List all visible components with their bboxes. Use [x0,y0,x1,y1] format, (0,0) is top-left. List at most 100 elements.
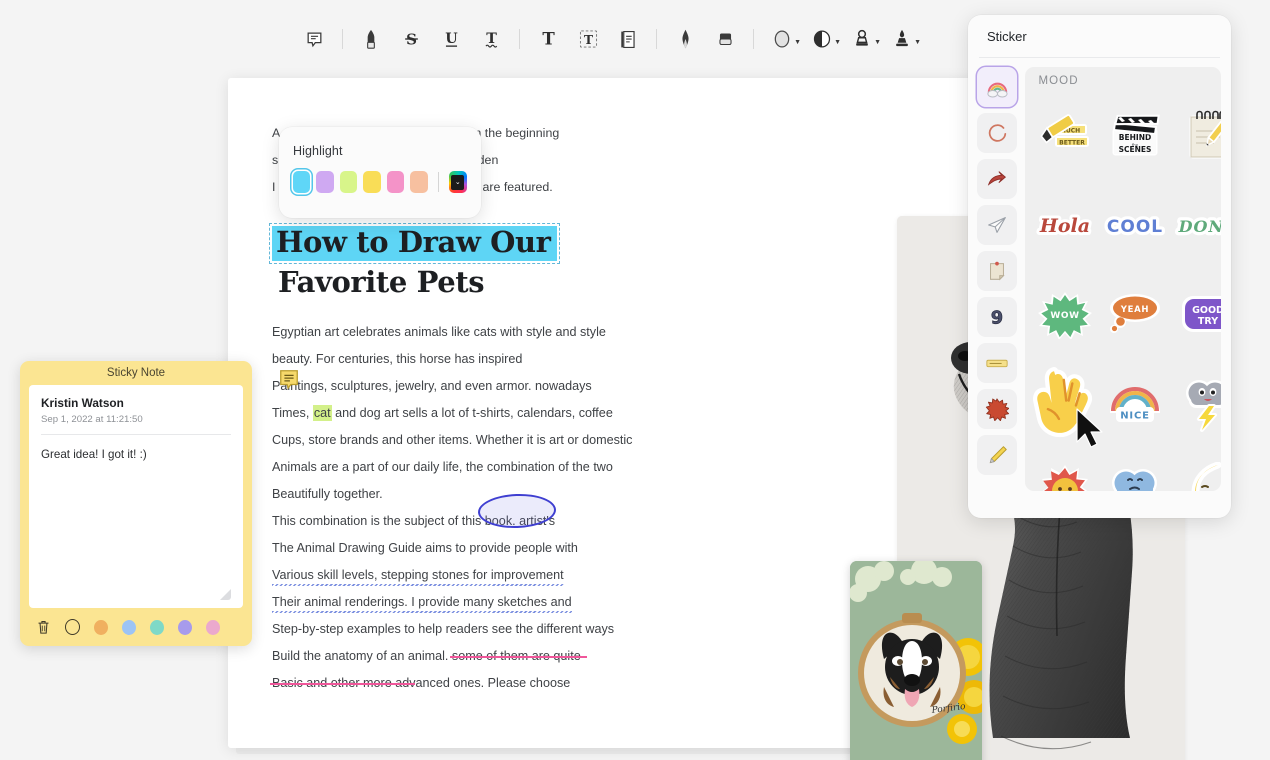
pen-icon[interactable] [665,19,705,59]
sticker-grid-container: MOOD MUCH BETTER [1025,67,1221,491]
svg-text:T: T [542,29,555,49]
sticker-category-rail: 9 [977,67,1017,491]
body-line-strikethrough: Build the anatomy of an animal. some of … [272,643,602,670]
hola-sticker[interactable]: Hola Hola [1031,182,1099,267]
sticky-note-text[interactable]: Great idea! I got it! :) [41,448,231,461]
highlight-color-3[interactable] [363,171,380,193]
wow-sticker[interactable]: WOW [1031,271,1099,356]
shape-icon[interactable]: ▼ [762,19,802,59]
notepad-pencil-sticker[interactable] [1171,93,1221,178]
sun-sticker[interactable] [1031,449,1099,491]
svg-text:SCENES: SCENES [1119,145,1152,154]
moon-sticker[interactable] [1171,449,1221,491]
tag-category-icon[interactable] [977,343,1017,383]
body-line-wavy: Their animal renderings. I provide many … [272,589,602,616]
sticky-color-teal[interactable] [150,620,164,635]
svg-text:BEHIND: BEHIND [1119,133,1151,142]
highlight-color-2[interactable] [340,171,357,193]
highlight-color-0[interactable] [293,171,310,193]
good-try-sticker[interactable]: GOOD TRY [1171,271,1221,356]
line-part: Times, [272,406,313,420]
line-part: and dog art sells a lot of t-shirts, cal… [332,406,613,420]
svg-text:DONE: DONE [1178,217,1221,236]
line-part: vanced ones. Please choose [409,676,570,690]
body-line: The Animal Drawing Guide aims to provide… [272,535,602,562]
signature-stamp-icon[interactable]: ▼ [882,19,922,59]
note-category-icon[interactable] [977,251,1017,291]
sticky-note-panel[interactable]: Sticky Note Kristin Watson Sep 1, 2022 a… [20,361,252,646]
strikethrough-mark: Basic and other more ad [272,676,409,690]
text-icon[interactable]: T [528,19,568,59]
sticker-category-label: MOOD [1025,75,1221,87]
squiggly-underline-mark: Various skill levels, stepping stones fo… [272,568,564,586]
separator-4 [745,28,762,50]
strikethrough-icon[interactable]: S [391,19,431,59]
chevron-down-icon: ▼ [834,39,841,46]
sticky-note-timestamp: Sep 1, 2022 at 11:21:50 [41,414,231,425]
svg-text:BETTER: BETTER [1060,139,1086,146]
burst-category-icon[interactable] [977,389,1017,429]
separator-3 [648,28,665,50]
line-part: This combination is the subject of this … [272,514,506,528]
paper-plane-category-icon[interactable] [977,205,1017,245]
highlight-popup-title: Highlight [293,144,467,158]
resize-handle[interactable] [220,589,231,600]
body-line: beauty. For centuries, this horse has in… [272,346,602,373]
comment-marker-icon[interactable] [278,368,300,390]
sticky-color-pink[interactable] [206,620,220,635]
body-line-wavy: Various skill levels, stepping stones fo… [272,562,602,589]
highlight-color-4[interactable] [387,171,404,193]
pencil-category-icon[interactable] [977,435,1017,475]
sticky-color-current[interactable] [65,619,80,635]
intro-prefix: I [272,180,275,194]
number-category-icon[interactable]: 9 [977,297,1017,337]
arrow-category-icon[interactable] [977,159,1017,199]
body-line: Step-by-step examples to help readers se… [272,616,602,643]
sticky-note-header[interactable]: Sticky Note [20,361,252,385]
body-line: Cups, store brands and other items. Whet… [272,427,602,454]
app-root: S U T T T [0,0,1270,760]
behind-the-scenes-sticker[interactable]: BEHIND the SCENES [1099,93,1171,178]
underline-icon[interactable]: U [431,19,471,59]
sticky-note-author: Kristin Watson [41,396,231,410]
sticky-note-footer [20,608,252,646]
body-line-with-ellipse: This combination is the subject of this … [272,508,602,535]
much-better-highlighter-sticker[interactable]: MUCH BETTER [1031,93,1099,178]
sticky-color-orange[interactable] [94,620,108,635]
title-line-2: Favorite Pets [272,268,602,298]
peace-hand-sticker[interactable] [1031,360,1099,445]
sticky-color-blue[interactable] [122,620,136,635]
document-paragraph-1[interactable]: Egyptian art celebrates animals like cat… [272,319,602,508]
custom-color-picker-icon[interactable]: ⌄ [449,171,467,193]
yeah-sticker[interactable]: YEAH [1099,271,1171,356]
body-line-with-highlight: Times, cat and dog art sells a lot of t-… [272,400,602,427]
highlight-color-1[interactable] [316,171,333,193]
stamp-icon[interactable]: ▼ [842,19,882,59]
squiggly-underline-mark: Their animal renderings. I provide many … [272,595,572,613]
document-title[interactable]: How to Draw Our Favorite Pets [272,226,602,297]
rain-cloud-sticker[interactable] [1099,449,1171,491]
sticker-icon[interactable]: ▼ [802,19,842,59]
comment-icon[interactable] [294,19,334,59]
separator-1 [334,28,351,50]
thunder-cloud-sticker[interactable] [1171,360,1221,445]
done-sticker[interactable]: DONE DONE [1171,182,1221,267]
sticky-note-body[interactable]: Kristin Watson Sep 1, 2022 at 11:21:50 G… [29,385,243,608]
text-box-icon[interactable]: T [568,19,608,59]
squiggly-underline-icon[interactable]: T [471,19,511,59]
svg-text:9: 9 [991,308,1003,328]
sticky-color-purple[interactable] [178,620,192,635]
highlight-color-5[interactable] [410,171,427,193]
trash-icon[interactable] [36,619,51,636]
svg-text:TRY: TRY [1198,316,1218,327]
eraser-icon[interactable] [705,19,745,59]
circle-category-icon[interactable] [977,113,1017,153]
nice-rainbow-sticker[interactable]: NICE [1099,360,1171,445]
cool-sticker[interactable]: COOL COOL [1099,182,1171,267]
rainbow-category-icon[interactable] [977,67,1017,107]
note-icon[interactable] [608,19,648,59]
document-paragraph-2[interactable]: This combination is the subject of this … [272,508,602,697]
sticker-panel: Sticker [968,15,1231,518]
embroidery-photo[interactable]: Porfirio [850,561,982,760]
highlighter-icon[interactable] [351,19,391,59]
